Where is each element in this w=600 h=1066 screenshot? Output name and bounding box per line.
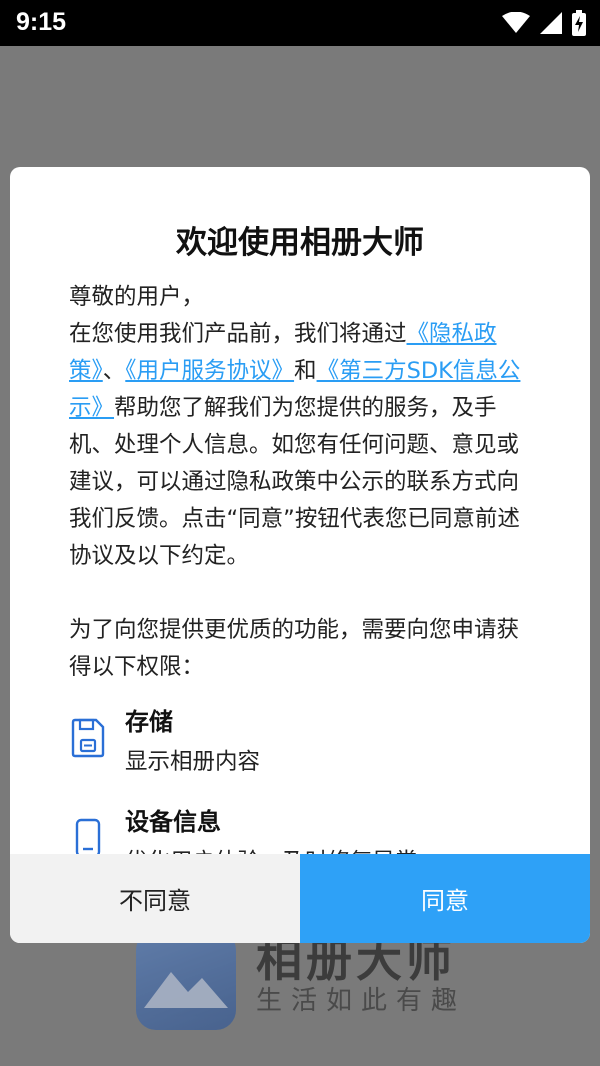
phone-icon — [75, 818, 101, 858]
status-icons — [502, 10, 586, 36]
dialog-title: 欢迎使用相册大师 — [176, 225, 424, 261]
permission-desc: 显示相册内容 — [125, 749, 261, 775]
greeting-text: 尊敬的用户， — [69, 284, 205, 310]
conjunction-text: 和 — [294, 358, 317, 384]
status-bar: 9:15 — [0, 0, 600, 46]
intro-text-after: 帮助您了解我们为您提供的服务，及手机、处理个人信息。如您有任何问题、意见或建议，… — [69, 395, 520, 569]
agree-button[interactable]: 同意 — [300, 854, 590, 943]
disagree-button[interactable]: 不同意 — [10, 854, 300, 943]
battery-icon — [572, 10, 586, 36]
status-time: 9:15 — [16, 8, 67, 36]
permission-name: 设备信息 — [125, 808, 221, 836]
wifi-icon — [502, 12, 530, 33]
privacy-dialog: 欢迎使用相册大师 尊敬的用户， 在您使用我们产品前，我们将通过《隐私政策》、《用… — [10, 167, 590, 943]
permission-item-storage: 存储 显示相册内容 — [69, 706, 535, 806]
permission-name: 存储 — [125, 708, 173, 736]
storage-icon — [71, 718, 105, 758]
permissions-intro: 为了向您提供更优质的功能，需要向您申请获得以下权限： — [69, 617, 520, 680]
user-agreement-link[interactable]: 《用户服务协议》 — [125, 358, 294, 384]
intro-paragraph: 在您使用我们产品前，我们将通过《隐私政策》、《用户服务协议》和《第三方SDK信息… — [69, 316, 535, 575]
app-logo-icon — [136, 930, 236, 1030]
splash-slogan: 生活如此有趣 — [256, 986, 467, 1016]
dialog-buttons: 不同意 同意 — [10, 854, 590, 943]
separator-text: 、 — [102, 358, 126, 384]
intro-text-before: 在您使用我们产品前，我们将通过 — [69, 321, 407, 347]
signal-icon — [540, 12, 562, 34]
dialog-body[interactable]: 尊敬的用户， 在您使用我们产品前，我们将通过《隐私政策》、《用户服务协议》和《第… — [69, 279, 535, 906]
